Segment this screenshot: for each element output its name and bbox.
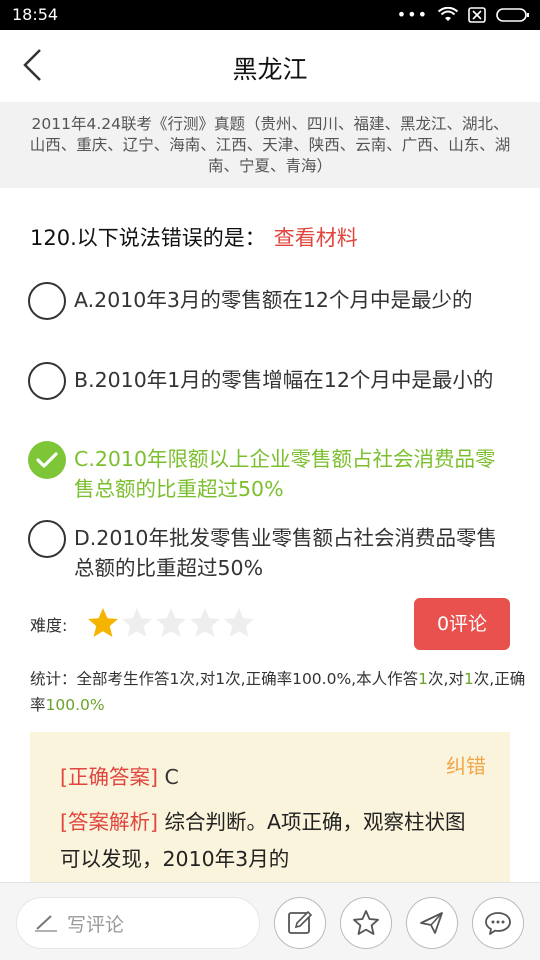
- favorite-button[interactable]: [340, 897, 392, 949]
- difficulty-label: 难度:: [30, 616, 68, 635]
- stats-mid: 次,对: [427, 670, 464, 688]
- option-c[interactable]: C.2010年限额以上企业零售额占社会消费品零售总额的比重超过50%: [28, 441, 514, 504]
- share-button[interactable]: [406, 897, 458, 949]
- stats-prefix: 统计：全部考生作答1次,对1次,正确率100.0%,本人作答: [30, 670, 419, 688]
- stats-my-attempts: 1: [418, 670, 428, 688]
- comment-count-button[interactable]: 0评论: [414, 598, 510, 650]
- write-comment-input[interactable]: 写评论: [16, 897, 260, 949]
- radio-unchecked-icon[interactable]: [28, 362, 66, 400]
- exam-info: 2011年4.24联考《行测》真题（贵州、四川、福建、黑龙江、湖北、山西、重庆、…: [0, 102, 540, 188]
- star-empty-icon: [122, 608, 152, 637]
- option-d-text: D.2010年批发零售业零售额占社会消费品零售总额的比重超过50%: [74, 526, 497, 580]
- radio-unchecked-icon[interactable]: [28, 282, 66, 320]
- correct-answer-value: C: [164, 765, 179, 789]
- status-bar: 18:54 •••: [0, 0, 540, 30]
- check-circle-icon[interactable]: [28, 441, 66, 479]
- option-c-text: C.2010年限额以上企业零售额占社会消费品零售总额的比重超过50%: [74, 447, 496, 501]
- wifi-icon: [438, 7, 458, 21]
- correct-answer-label: [正确答案]: [60, 765, 158, 789]
- bottom-toolbar: 写评论: [0, 882, 540, 960]
- correct-answer: [正确答案] C: [60, 760, 179, 790]
- stats-my-correct: 1: [463, 670, 474, 688]
- answer-analysis: [答案解析] 综合判断。A项正确，观察柱状图可以发现，2010年3月的: [60, 804, 470, 878]
- write-comment-placeholder: 写评论: [67, 913, 125, 936]
- edit-note-icon: [288, 910, 313, 934]
- answer-stats: 统计：全部考生作答1次,对1次,正确率100.0%,本人作答1次,对1次,正确率…: [30, 666, 526, 718]
- report-error-button[interactable]: 纠错: [446, 750, 486, 779]
- star-empty-icon: [156, 608, 186, 637]
- star-empty-icon: [224, 608, 254, 637]
- note-button[interactable]: [274, 897, 326, 949]
- option-b-text: B.2010年1月的零售增幅在12个月中是最小的: [74, 368, 494, 392]
- comments-button[interactable]: [472, 897, 524, 949]
- battery-icon: [496, 8, 529, 22]
- nav-bar: 黑龙江: [0, 30, 540, 102]
- share-icon: [420, 912, 443, 934]
- question: 120.以下说法错误的是： 查看材料: [30, 222, 520, 252]
- pencil-icon: [35, 915, 57, 932]
- option-a-text: A.2010年3月的零售额在12个月中是最少的: [74, 288, 473, 312]
- status-time: 18:54: [12, 5, 59, 24]
- question-text: 120.以下说法错误的是：: [30, 226, 266, 250]
- analysis-label: [答案解析]: [60, 810, 158, 834]
- view-material-link[interactable]: 查看材料: [274, 226, 358, 250]
- option-b[interactable]: B.2010年1月的零售增幅在12个月中是最小的: [28, 362, 514, 400]
- star-filled-icon: [88, 608, 118, 637]
- more-dots-icon: •••: [396, 5, 428, 24]
- difficulty-stars: [86, 606, 256, 640]
- star-empty-icon: [190, 608, 220, 637]
- no-sim-icon: [468, 7, 486, 23]
- page-title: 黑龙江: [232, 55, 308, 84]
- chat-bubble-icon: [485, 912, 511, 935]
- stats-my-rate: 100.0%: [45, 696, 105, 714]
- option-d[interactable]: D.2010年批发零售业零售额占社会消费品零售总额的比重超过50%: [28, 520, 514, 583]
- answer-panel: 纠错 [正确答案] C [答案解析] 综合判断。A项正确，观察柱状图可以发现，2…: [30, 732, 510, 892]
- star-outline-icon: [353, 910, 379, 935]
- status-icons: •••: [397, 6, 530, 24]
- option-a[interactable]: A.2010年3月的零售额在12个月中是最少的: [28, 282, 514, 320]
- radio-unchecked-icon[interactable]: [28, 520, 66, 558]
